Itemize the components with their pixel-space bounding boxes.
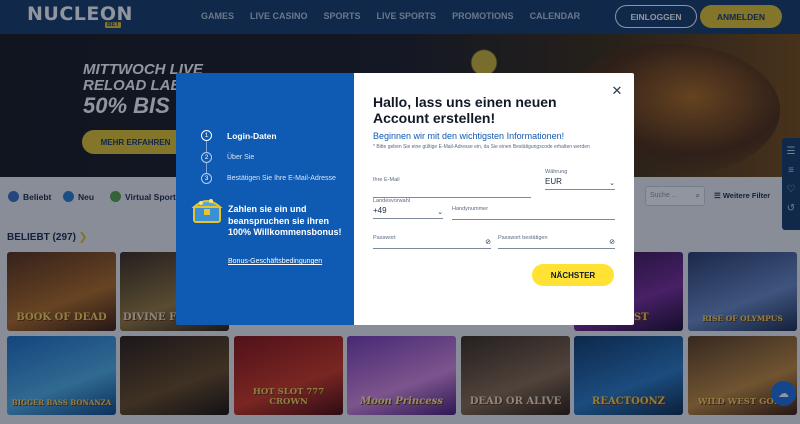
modal-form: ✕ Hallo, lass uns einen neuen Account er… — [354, 73, 634, 325]
password-field[interactable]: Passwort ⊘ — [373, 235, 491, 249]
step-about-you: 2 Über Sie — [201, 152, 254, 163]
registration-modal: 1 Login-Daten 2 Über Sie 3 Bestätigen Si… — [176, 73, 634, 325]
eye-off-icon[interactable]: ⊘ — [609, 238, 615, 246]
step-login-data: 1 Login-Daten — [201, 130, 277, 141]
email-hint: * Bitte geben Sie eine gültige E-Mail-Ad… — [373, 144, 590, 150]
bonus-terms-link[interactable]: Bonus-Geschäftsbedingungen — [228, 258, 322, 265]
modal-subtitle: Beginnen wir mit den wichtigsten Informa… — [373, 131, 565, 141]
email-field[interactable]: Ihre E-Mail — [373, 177, 531, 198]
password-confirm-field[interactable]: Passwort bestätigen ⊘ — [498, 235, 615, 249]
treasure-chest-icon — [191, 199, 223, 223]
chevron-down-icon: ⌄ — [437, 209, 443, 216]
modal-title: Hallo, lass uns einen neuen Account erst… — [373, 94, 557, 126]
bonus-text: Zahlen sie ein und beanspruchen sie ihre… — [228, 204, 342, 237]
next-button[interactable]: NÄCHSTER — [532, 264, 614, 286]
step-confirm-email: 3 Bestätigen Sie Ihre E-Mail-Adresse — [201, 173, 336, 184]
country-code-select[interactable]: Landesvorwahl +49 ⌄ — [373, 198, 443, 219]
chevron-down-icon: ⌄ — [609, 180, 615, 187]
close-icon[interactable]: ✕ — [609, 83, 625, 99]
modal-sidebar: 1 Login-Daten 2 Über Sie 3 Bestätigen Si… — [176, 73, 354, 325]
phone-field[interactable]: Handynummer — [452, 206, 615, 220]
eye-off-icon[interactable]: ⊘ — [485, 238, 491, 246]
currency-select[interactable]: Währung EUR ⌄ — [545, 169, 615, 190]
